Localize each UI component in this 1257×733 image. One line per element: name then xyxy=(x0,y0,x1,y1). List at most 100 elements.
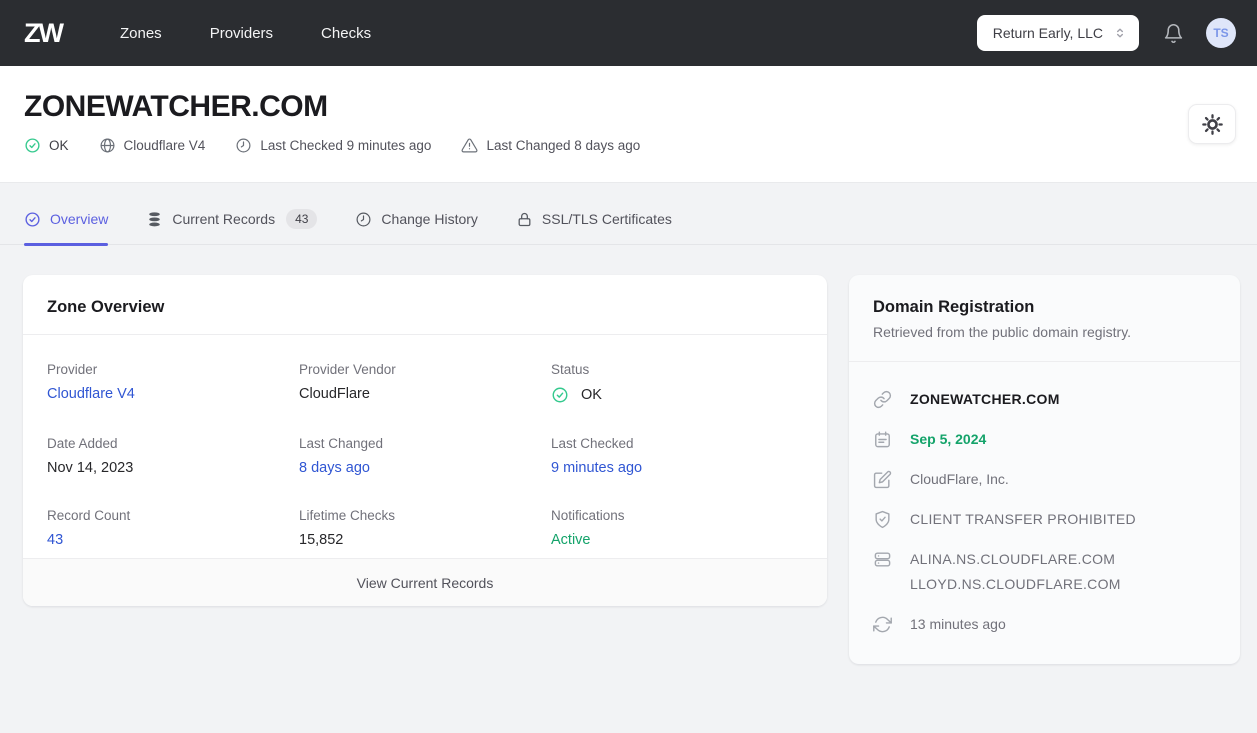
org-selector-value: Return Early, LLC xyxy=(992,25,1103,41)
tab-ssl-certificates-label: SSL/TLS Certificates xyxy=(541,211,672,227)
domain-registration-list: ZONEWATCHER.COM Sep 5, 2024 CloudFlare, … xyxy=(849,362,1240,664)
nameserver-2: LLOYD.NS.CLOUDFLARE.COM xyxy=(910,576,1121,592)
gear-icon xyxy=(1201,113,1223,135)
nav-item-checks[interactable]: Checks xyxy=(321,25,371,42)
last-checked-link[interactable]: 9 minutes ago xyxy=(551,460,642,476)
alert-triangle-icon xyxy=(461,137,478,154)
record-count-link[interactable]: 43 xyxy=(47,532,63,548)
date-added-value: Nov 14, 2023 xyxy=(47,460,134,476)
tab-ssl-certificates[interactable]: SSL/TLS Certificates xyxy=(516,209,672,244)
registered-domain-row: ZONEWATCHER.COM xyxy=(873,379,1216,419)
field-label: Last Changed xyxy=(299,436,384,451)
zone-meta-row: OK Cloudflare V4 Last Checked 9 minutes … xyxy=(24,137,1233,154)
edit-icon xyxy=(873,469,893,489)
registrar-row: CloudFlare, Inc. xyxy=(873,459,1216,499)
link-icon xyxy=(873,389,893,409)
domain-registration-subtitle: Retrieved from the public domain registr… xyxy=(873,324,1132,340)
expiration-date-row: Sep 5, 2024 xyxy=(873,419,1216,459)
provider-vendor-value: CloudFlare xyxy=(299,386,370,402)
globe-icon xyxy=(99,137,116,154)
provider-link[interactable]: Cloudflare V4 xyxy=(47,386,135,402)
lifetime-checks-value: 15,852 xyxy=(299,532,344,548)
field-label: Record Count xyxy=(47,508,131,523)
database-icon xyxy=(146,211,163,228)
avatar-initials: TS xyxy=(1213,26,1229,40)
domain-registration-card: Domain Registration Retrieved from the p… xyxy=(849,275,1240,664)
field-label: Lifetime Checks xyxy=(299,508,396,523)
nameservers-value: ALINA.NS.CLOUDFLARE.COM LLOYD.NS.CLOUDFL… xyxy=(910,549,1121,594)
clock-icon xyxy=(235,137,252,154)
tab-overview-label: Overview xyxy=(50,211,109,227)
notifications-bell-icon[interactable] xyxy=(1163,23,1184,44)
page-title: ZONEWATCHER.COM xyxy=(24,90,328,123)
nav-right: Return Early, LLC TS xyxy=(976,15,1236,51)
check-circle-icon xyxy=(24,211,41,228)
zone-settings-button[interactable] xyxy=(1188,104,1236,144)
calendar-icon xyxy=(873,429,893,449)
shield-check-icon xyxy=(873,509,893,529)
nameserver-1: ALINA.NS.CLOUDFLARE.COM xyxy=(910,551,1116,567)
user-avatar[interactable]: TS xyxy=(1206,18,1236,48)
zone-header: ZONEWATCHER.COM OK Cloudflare V4 Last Ch… xyxy=(0,66,1257,183)
clock-icon xyxy=(355,211,372,228)
zone-overview-header: Zone Overview xyxy=(23,275,827,335)
zone-tabs: Overview Current Records 43 Change Histo… xyxy=(0,183,1257,246)
field-label: Provider Vendor xyxy=(299,362,396,377)
zone-overview-card: Zone Overview Provider Cloudflare V4 Pro… xyxy=(23,275,827,606)
server-icon xyxy=(873,549,893,569)
status-value: OK xyxy=(581,387,602,403)
field-status: Status OK xyxy=(551,362,803,404)
domain-registration-title: Domain Registration xyxy=(873,298,1035,316)
nav-item-providers[interactable]: Providers xyxy=(210,25,273,42)
chevron-up-down-icon xyxy=(1113,26,1127,40)
app-logo[interactable]: ZW xyxy=(24,18,64,49)
tab-change-history[interactable]: Change History xyxy=(355,209,478,244)
org-selector[interactable]: Return Early, LLC xyxy=(976,15,1139,51)
tab-current-records[interactable]: Current Records 43 xyxy=(146,209,318,244)
zone-status: OK xyxy=(24,137,69,154)
record-count-badge: 43 xyxy=(286,209,318,229)
registered-domain-value: ZONEWATCHER.COM xyxy=(910,391,1060,407)
field-label: Provider xyxy=(47,362,98,377)
view-current-records-button[interactable]: View Current Records xyxy=(23,558,827,606)
registrar-value: CloudFlare, Inc. xyxy=(910,471,1009,487)
last-refreshed-value: 13 minutes ago xyxy=(910,616,1006,632)
zone-last-changed: Last Changed 8 days ago xyxy=(461,137,640,154)
field-label: Status xyxy=(551,362,590,377)
tab-current-records-label: Current Records xyxy=(172,211,276,227)
field-provider: Provider Cloudflare V4 xyxy=(47,362,299,404)
field-last-changed: Last Changed 8 days ago xyxy=(299,436,551,476)
zone-provider-label: Cloudflare V4 xyxy=(123,138,206,153)
tab-change-history-label: Change History xyxy=(381,211,478,227)
field-label: Notifications xyxy=(551,508,625,523)
zone-last-changed-label: Last Changed 8 days ago xyxy=(486,138,641,153)
field-provider-vendor: Provider Vendor CloudFlare xyxy=(299,362,551,404)
expiration-date-value: Sep 5, 2024 xyxy=(910,431,987,447)
notifications-status: Active xyxy=(551,532,591,548)
nameservers-row: ALINA.NS.CLOUDFLARE.COM LLOYD.NS.CLOUDFL… xyxy=(873,539,1216,604)
field-lifetime-checks: Lifetime Checks 15,852 xyxy=(299,508,551,548)
top-nav: ZW Zones Providers Checks Return Early, … xyxy=(0,0,1257,66)
zone-overview-title: Zone Overview xyxy=(47,298,165,316)
transfer-lock-value: CLIENT TRANSFER PROHIBITED xyxy=(910,511,1136,527)
lock-icon xyxy=(516,211,533,228)
content: Zone Overview Provider Cloudflare V4 Pro… xyxy=(0,245,1257,664)
primary-nav: Zones Providers Checks xyxy=(120,25,371,42)
field-label: Last Checked xyxy=(551,436,634,451)
last-changed-link[interactable]: 8 days ago xyxy=(299,460,370,476)
zone-status-label: OK xyxy=(49,138,69,153)
nav-item-zones[interactable]: Zones xyxy=(120,25,162,42)
field-date-added: Date Added Nov 14, 2023 xyxy=(47,436,299,476)
domain-registration-header: Domain Registration Retrieved from the p… xyxy=(849,275,1240,362)
last-refreshed-row: 13 minutes ago xyxy=(873,604,1216,644)
zone-provider: Cloudflare V4 xyxy=(99,137,206,154)
field-last-checked: Last Checked 9 minutes ago xyxy=(551,436,803,476)
zone-last-checked-label: Last Checked 9 minutes ago xyxy=(260,138,432,153)
refresh-icon xyxy=(873,614,893,634)
tab-overview[interactable]: Overview xyxy=(24,209,109,246)
field-record-count: Record Count 43 xyxy=(47,508,299,548)
field-label: Date Added xyxy=(47,436,118,451)
field-notifications: Notifications Active xyxy=(551,508,803,548)
check-circle-icon xyxy=(551,386,569,404)
check-circle-icon xyxy=(24,137,41,154)
